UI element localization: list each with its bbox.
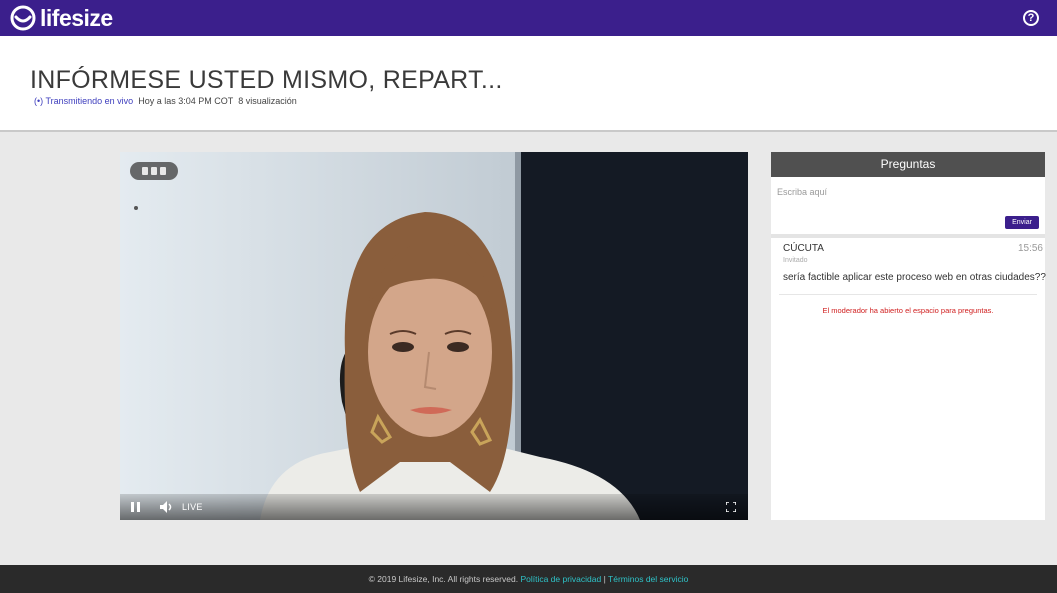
terms-of-service-link[interactable]: Términos del servicio: [608, 574, 688, 584]
event-date: Hoy a las 3:04 PM COT: [138, 96, 234, 106]
lock-icon: [160, 167, 166, 175]
send-button[interactable]: Enviar: [1005, 216, 1039, 229]
questions-panel: Preguntas Enviar CÚCUTA 15:56 Invitado s…: [771, 152, 1046, 520]
footer: © 2019 Lifesize, Inc. All rights reserve…: [0, 565, 1057, 593]
question-text: sería factible aplicar este proceso web …: [783, 272, 1046, 283]
participants-badge-icon: [142, 167, 148, 175]
question-input[interactable]: [777, 187, 1037, 197]
message-divider: [779, 294, 1037, 295]
brand-name: lifesize: [40, 4, 113, 31]
fullscreen-icon[interactable]: [726, 502, 736, 512]
question-time: 15:56: [1017, 243, 1043, 254]
pause-icon[interactable]: [131, 502, 140, 512]
footer-separator: |: [603, 574, 606, 584]
lifesize-logo[interactable]: lifesize: [10, 4, 113, 32]
question-author: CÚCUTA: [783, 243, 824, 254]
event-header: INFÓRMESE USTED MISMO, REPART... (•) Tra…: [0, 36, 1057, 132]
video-frame: [120, 152, 748, 520]
questions-title: Preguntas: [771, 152, 1045, 177]
lifesize-logo-icon: [10, 5, 36, 31]
help-icon[interactable]: ?: [1023, 10, 1039, 26]
live-status: (•) Transmitiendo en vivo: [34, 96, 134, 106]
person-icon: [151, 167, 157, 175]
event-meta: (•) Transmitiendo en vivo Hoy a las 3:04 …: [34, 96, 297, 106]
view-count: 8 visualización: [238, 96, 297, 106]
player-controls: LIVE: [120, 494, 748, 520]
top-bar: lifesize ?: [0, 0, 1057, 36]
privacy-policy-link[interactable]: Política de privacidad: [520, 574, 601, 584]
video-player[interactable]: LIVE: [120, 152, 748, 520]
live-label: LIVE: [182, 502, 203, 512]
copyright-text: © 2019 Lifesize, Inc. All rights reserve…: [368, 574, 519, 584]
volume-icon[interactable]: [160, 501, 174, 513]
panel-divider: [771, 234, 1045, 238]
event-title: INFÓRMESE USTED MISMO, REPART...: [30, 66, 503, 94]
question-author-role: Invitado: [783, 257, 808, 264]
participants-badge[interactable]: [130, 162, 178, 180]
moderator-notice: El moderador ha abierto el espacio para …: [822, 306, 994, 315]
